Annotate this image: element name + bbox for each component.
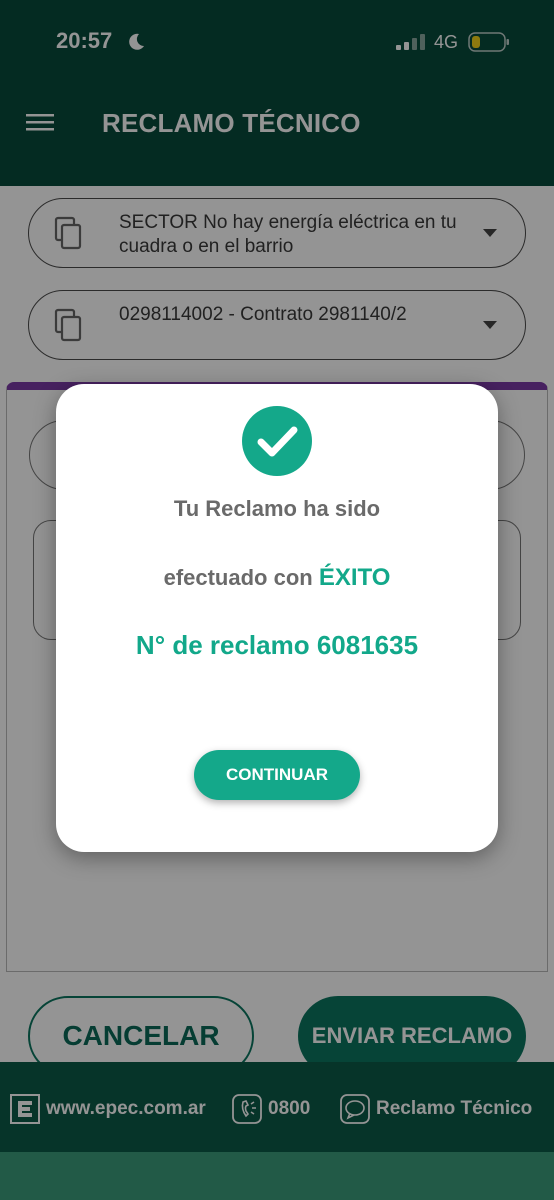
success-message-line1: Tu Reclamo ha sido <box>173 496 381 521</box>
success-highlight: ÉXITO <box>318 564 391 591</box>
success-message-line2: efectuado con ÉXITO <box>56 564 498 592</box>
success-message-prefix: efectuado con <box>163 565 319 590</box>
claim-number: N° de reclamo 6081635 <box>135 630 419 660</box>
continue-button[interactable]: CONTINUAR <box>194 750 360 800</box>
check-circle-icon <box>242 406 312 476</box>
success-dialog: Tu Reclamo ha sido efectuado con ÉXITO N… <box>56 384 498 852</box>
